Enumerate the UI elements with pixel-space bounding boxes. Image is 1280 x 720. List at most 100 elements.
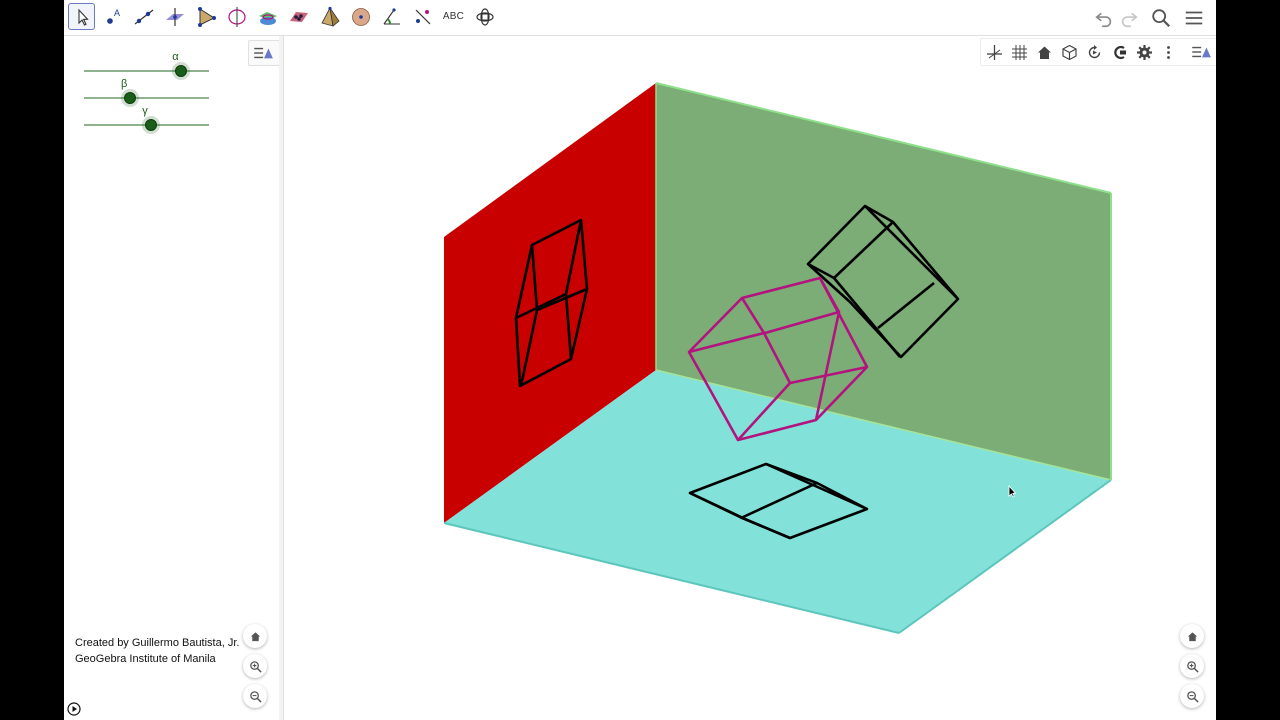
home-icon [1187, 631, 1197, 641]
floor-front-edge [443, 522, 900, 634]
graphics-zoom-out-button[interactable] [1180, 684, 1204, 708]
style-bar-toggle-icon [254, 47, 273, 59]
algebra-style-bar-button[interactable] [248, 40, 280, 66]
rotating-cube [687, 276, 869, 442]
search-icon [1152, 9, 1171, 28]
graphics-style-bar-toggle-button[interactable] [1190, 41, 1214, 63]
polygon-tool-button[interactable] [192, 3, 219, 30]
slider-beta-knob[interactable] [124, 92, 136, 104]
intersect-surfaces-tool-button[interactable] [254, 3, 281, 30]
slider-alpha-knob[interactable] [175, 65, 188, 77]
back-wall-top-edge [655, 82, 1112, 194]
algebra-zoom-out-button[interactable] [243, 684, 267, 708]
redo-icon [1121, 12, 1138, 28]
floor-projection [688, 462, 869, 540]
zoom-out-icon [1186, 690, 1199, 703]
move-tool-button[interactable] [68, 3, 95, 30]
graphics-settings-button[interactable] [1133, 41, 1155, 63]
floor-right-edge [898, 479, 1112, 634]
slider-gamma-knob[interactable] [145, 119, 158, 131]
panel-divider[interactable] [279, 36, 284, 720]
clipping-button[interactable] [1108, 41, 1130, 63]
slider-alpha[interactable]: α [84, 51, 209, 80]
view-direction-button[interactable] [1058, 41, 1080, 63]
home-view-icon [1037, 46, 1051, 59]
left-wall-projection [514, 218, 589, 388]
reflect-tool-button[interactable] [409, 3, 436, 30]
sphere-tool-icon [351, 7, 370, 26]
standard-view-button[interactable] [1033, 41, 1055, 63]
algebra-home-button[interactable] [243, 624, 267, 648]
rotate-view-tool-button[interactable] [471, 3, 498, 30]
back-wall-plane [656, 83, 1111, 480]
angle-tool-button[interactable] [378, 3, 405, 30]
slider-track [84, 70, 209, 72]
grid-icon [1011, 44, 1027, 60]
play-animation-icon[interactable] [67, 702, 81, 716]
more-options-icon [1166, 45, 1170, 59]
intersect-surfaces-tool-icon [258, 11, 277, 25]
line-tool-button[interactable] [130, 3, 157, 30]
redo-button[interactable] [1117, 6, 1141, 30]
home-icon [250, 631, 260, 641]
line-tool-icon [134, 9, 153, 24]
circle-around-line-tool-icon [227, 6, 246, 27]
zoom-in-icon [1186, 660, 1199, 673]
back-wall-projection [806, 204, 960, 359]
slider-beta[interactable]: β [84, 78, 209, 107]
slider-track [84, 97, 209, 99]
undo-icon [1095, 12, 1112, 28]
floor-plane [444, 370, 1111, 633]
move-tool-icon [77, 8, 89, 26]
plane-tool-button[interactable] [285, 3, 312, 30]
cube-view-icon [1061, 44, 1077, 60]
credit-institute: GeoGebra Institute of Manila [75, 653, 216, 665]
mouse-pointer [1008, 484, 1017, 498]
undo-button[interactable] [1092, 6, 1116, 30]
svg-text:A: A [114, 8, 120, 18]
toggle-grid-button[interactable] [1008, 41, 1030, 63]
text-tool-icon: ABC [442, 11, 465, 22]
style-bar-toggle-icon [1192, 46, 1211, 58]
point-tool-icon: A [106, 8, 120, 24]
algebra-zoom-in-button[interactable] [243, 654, 267, 678]
algebra-panel: α β γ Created by Guillermo Bautista, Jr.… [64, 36, 280, 720]
plane-tool-icon [289, 11, 308, 22]
more-options-button[interactable] [1157, 41, 1179, 63]
clipping-icon [1113, 45, 1126, 59]
circle-around-line-tool-button[interactable] [223, 3, 250, 30]
rotate-view-tool-icon [475, 7, 494, 26]
axes-icon [986, 44, 1002, 60]
point-tool-button[interactable]: A [99, 3, 126, 30]
zoom-in-icon [249, 660, 262, 673]
perpendicular-line-tool-button[interactable] [161, 3, 188, 30]
floor-back-edge [655, 369, 1112, 481]
zoom-out-icon [249, 690, 262, 703]
pyramid-tool-button[interactable] [316, 3, 343, 30]
main-toolbar: A ABC [64, 0, 1216, 36]
left-wall-plane [444, 83, 656, 523]
auto-rotate-button[interactable] [1083, 41, 1105, 63]
graphics-style-bar [980, 38, 1216, 66]
slider-beta-label: β [121, 78, 128, 90]
main-menu-button[interactable] [1182, 6, 1206, 30]
slider-gamma[interactable]: γ [84, 105, 209, 134]
toggle-axes-button[interactable] [983, 41, 1005, 63]
settings-icon [1136, 44, 1152, 60]
perpendicular-line-tool-icon [165, 7, 184, 26]
menu-icon [1185, 11, 1203, 25]
credit-author: Created by Guillermo Bautista, Jr. [75, 637, 240, 649]
sphere-tool-button[interactable] [347, 3, 374, 30]
slider-alpha-label: α [172, 51, 179, 63]
pyramid-tool-icon [320, 6, 340, 27]
angle-tool-icon [383, 7, 400, 25]
text-tool-button[interactable]: ABC [440, 3, 467, 30]
polygon-tool-icon [197, 6, 216, 27]
slider-gamma-label: γ [142, 105, 148, 117]
geogebra-app: A ABC α β γ Created by Guillermo Bautist… [64, 0, 1216, 720]
graphics-zoom-in-button[interactable] [1180, 654, 1204, 678]
reflect-tool-icon [415, 9, 430, 24]
graphics-home-button[interactable] [1180, 624, 1204, 648]
search-button[interactable] [1149, 6, 1173, 30]
rotate-view-icon [1088, 44, 1100, 58]
